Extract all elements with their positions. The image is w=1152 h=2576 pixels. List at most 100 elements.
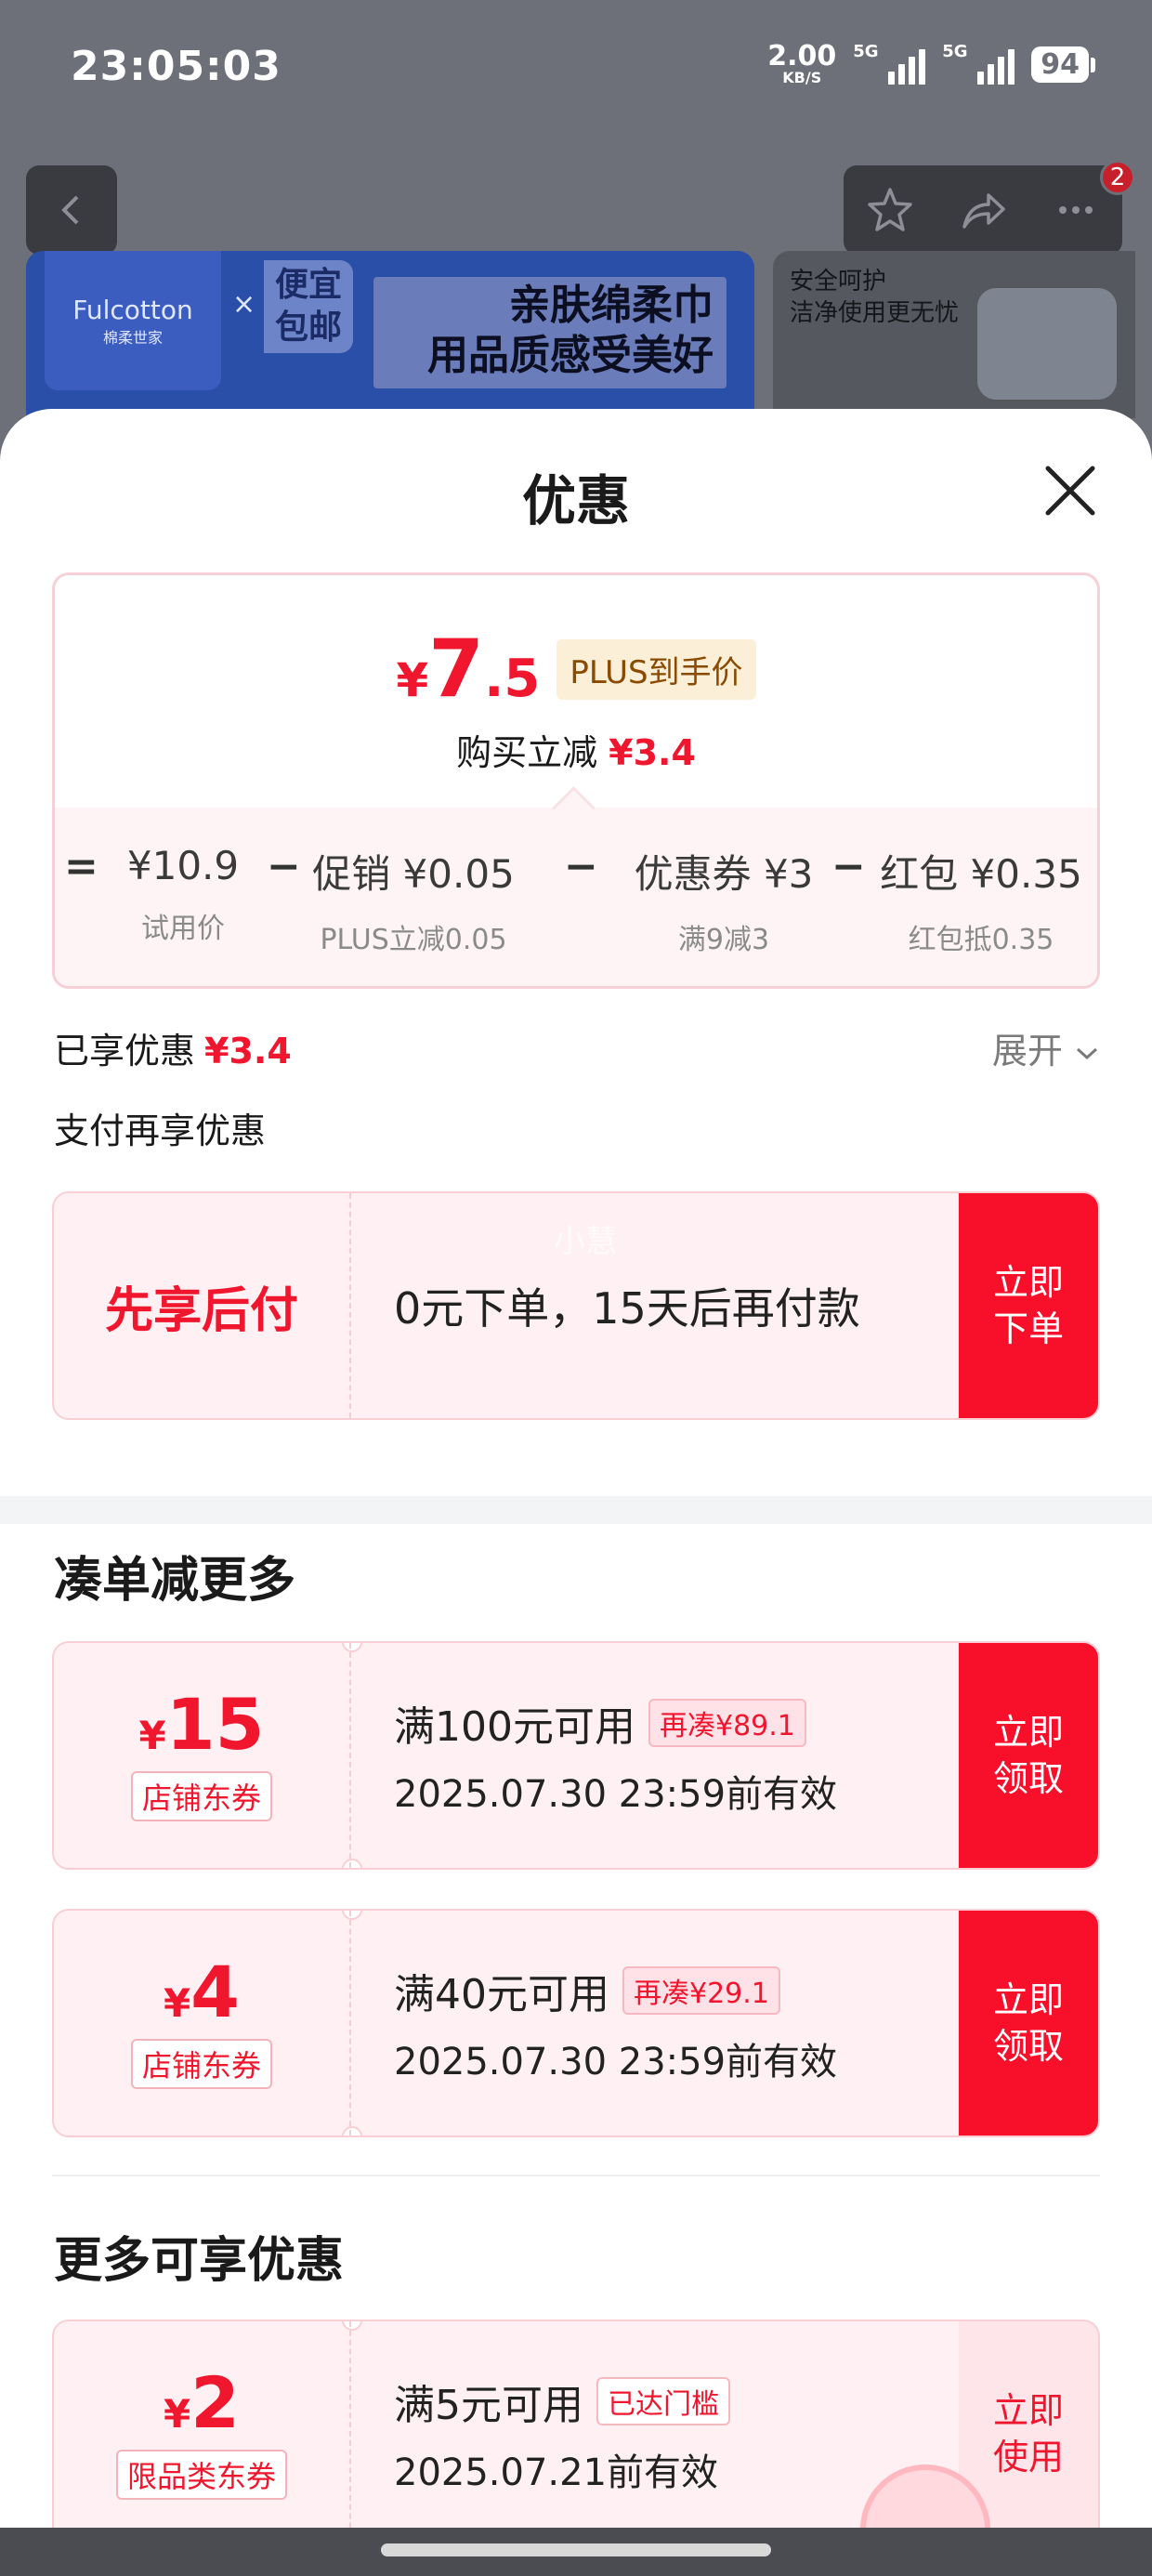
coupon-amount-value: 2 <box>190 2361 241 2444</box>
home-indicator[interactable] <box>381 2543 771 2556</box>
banner-headline-line2: 用品质感受美好 <box>427 332 713 379</box>
formula-item: 红包 ¥0.35 红包抵0.35 <box>876 843 1086 957</box>
status-bar: 23:05:03 2.00 KB/S 5G 5G 94 <box>0 0 1152 139</box>
section-divider <box>0 1496 1152 1524</box>
final-price-int: 7 <box>428 623 485 716</box>
coupon-type: 店铺东券 <box>130 1771 272 1821</box>
formula-item: 优惠券 ¥3 满9减3 <box>612 843 835 957</box>
formula-label: 红包抵0.35 <box>908 924 1054 956</box>
bnpl-order-button[interactable]: 立即 下单 <box>959 1193 1098 1418</box>
sim1-label: 5G <box>853 42 879 61</box>
formula-amount: 优惠券 ¥3 <box>634 851 814 897</box>
signal-icon: 5G <box>853 42 926 85</box>
coupon-expiry: 2025.07.30 23:59前有效 <box>394 1773 838 1816</box>
saving-amount: ¥3.4 <box>609 732 696 773</box>
sim2-label: 5G <box>942 42 968 61</box>
formula-amount: ¥10.9 <box>126 843 240 888</box>
formula-label: 试用价 <box>141 913 225 945</box>
coupon-currency: ¥ <box>163 2391 191 2437</box>
battery-icon: 94 <box>1031 46 1095 83</box>
saving-row: 购买立减 ¥3.4 <box>55 724 1097 775</box>
discount-sheet: 优惠 ¥ 7 .5 PLUS到手价 购买立减 ¥3.4 = ¥10.9 试用价 … <box>0 409 1152 2528</box>
banner-headline: 亲肤绵柔巾 用品质感受美好 <box>373 277 727 388</box>
button-line2: 使用 <box>992 2437 1064 2477</box>
bnpl-card: 先享后付 小慧 0元下单，15天后再付款 立即 下单 <box>52 1191 1100 1420</box>
formula-item: ¥10.9 试用价 <box>118 843 248 946</box>
navigation-bar <box>0 2528 1152 2576</box>
star-icon[interactable] <box>864 184 916 236</box>
coupon-currency: ¥ <box>138 1713 166 1758</box>
side-banner-line1: 安全呵护 <box>790 268 887 296</box>
saving-label: 购买立减 <box>456 732 598 773</box>
coupon-type: 店铺东券 <box>130 2039 272 2089</box>
banner-cross: × <box>232 288 256 321</box>
status-icons: 2.00 KB/S 5G 5G 94 <box>767 42 1095 85</box>
bnpl-label: 先享后付 <box>104 1282 298 1339</box>
formula-op: = <box>64 843 98 890</box>
final-price-dec: .5 <box>484 649 541 709</box>
coupon-value: ¥ 15 店铺东券 <box>54 1643 351 1868</box>
status-time: 23:05:03 <box>71 43 281 90</box>
formula-item: 促销 ¥0.05 PLUS立减0.05 <box>311 843 516 957</box>
formula-op: − <box>564 843 598 890</box>
banner-headline-line1: 亲肤绵柔巾 <box>509 282 713 329</box>
coupon-condition: 满40元可用 再凑¥29.1 <box>394 1961 949 2020</box>
coupon-amount-value: 4 <box>190 1951 241 2033</box>
section-divider-line <box>52 2175 1100 2176</box>
coupon-value: ¥ 4 店铺东券 <box>54 1911 351 2136</box>
banner-tag-line1: 便宜 <box>274 266 342 304</box>
plus-price-tag: PLUS到手价 <box>556 638 756 700</box>
chevron-left-icon <box>61 195 79 225</box>
coupon-type: 限品类东券 <box>115 2450 287 2500</box>
side-banner-text: 安全呵护 洁净使用更无忧 <box>790 266 959 329</box>
coupon-badge: 再凑¥29.1 <box>622 1966 780 2015</box>
coupon-badge: 再凑¥89.1 <box>648 1699 806 1747</box>
button-line2: 下单 <box>992 1308 1064 1349</box>
network-speed-unit: KB/S <box>782 69 822 86</box>
coupon-body: 满40元可用 再凑¥29.1 2025.07.30 23:59前有效 <box>394 1911 949 2136</box>
price-summary-card: ¥ 7 .5 PLUS到手价 购买立减 ¥3.4 = ¥10.9 试用价 − 促… <box>52 572 1100 989</box>
coupon-amount: ¥ 4 <box>164 1957 240 2028</box>
button-line1: 立即 <box>992 1979 1064 2020</box>
bnpl-left: 先享后付 <box>54 1193 351 1418</box>
network-speed: 2.00 KB/S <box>767 43 836 85</box>
brand-name: Fulcotton <box>72 294 193 325</box>
expand-label: 展开 <box>991 1031 1063 1071</box>
final-price: ¥ 7 .5 <box>396 629 540 709</box>
coupon-badge: 已达门槛 <box>596 2377 730 2425</box>
sheet-title: 优惠 <box>521 469 630 532</box>
coupon-body: 满100元可用 再凑¥89.1 2025.07.30 23:59前有效 <box>394 1643 949 1868</box>
coupon-expiry: 2025.07.30 23:59前有效 <box>394 2041 838 2083</box>
coupon-condition: 满100元可用 再凑¥89.1 <box>394 1693 949 1753</box>
price-formula: = ¥10.9 试用价 − 促销 ¥0.05 PLUS立减0.05 − 优惠券 … <box>55 808 1097 986</box>
coupon-condition-text: 满100元可用 <box>394 1703 635 1751</box>
coupon-card: ¥ 15 店铺东券 满100元可用 再凑¥89.1 2025.07.30 23:… <box>52 1641 1100 1870</box>
claim-coupon-button[interactable]: 立即 领取 <box>959 1643 1098 1868</box>
bnpl-body: 0元下单，15天后再付款 <box>394 1193 949 1418</box>
final-price-currency: ¥ <box>396 653 429 707</box>
formula-op: − <box>267 843 301 890</box>
coupon-expiry: 2025.07.21前有效 <box>394 2451 719 2494</box>
enjoyed-discount: 已享优惠 ¥3.4 <box>54 1022 292 1073</box>
bnpl-text: 0元下单，15天后再付款 <box>394 1283 860 1334</box>
share-icon[interactable] <box>957 184 1009 236</box>
formula-op: − <box>831 843 866 890</box>
more-section-title: 更多可享优惠 <box>54 2233 345 2289</box>
button-line1: 立即 <box>992 2390 1064 2431</box>
more-icon[interactable] <box>1050 184 1102 236</box>
signal-icon-2: 5G <box>942 42 1015 85</box>
coupon-value: ¥ 2 限品类东券 <box>54 2321 351 2528</box>
formula-amount: 促销 ¥0.05 <box>312 851 515 897</box>
button-line1: 立即 <box>992 1262 1064 1303</box>
claim-coupon-button[interactable]: 立即 领取 <box>959 1911 1098 2136</box>
coupon-amount-value: 15 <box>165 1683 265 1766</box>
banner-tag-line2: 包邮 <box>274 309 342 347</box>
back-button[interactable] <box>26 165 117 255</box>
close-icon[interactable] <box>1041 461 1100 520</box>
formula-label: PLUS立减0.05 <box>320 924 507 956</box>
background-nav: 2 <box>26 160 1135 255</box>
enjoyed-label: 已享优惠 <box>54 1031 196 1071</box>
expand-button[interactable]: 展开 <box>992 1022 1100 1073</box>
chevron-down-icon <box>1076 1047 1098 1060</box>
button-line2: 领取 <box>992 2026 1064 2067</box>
